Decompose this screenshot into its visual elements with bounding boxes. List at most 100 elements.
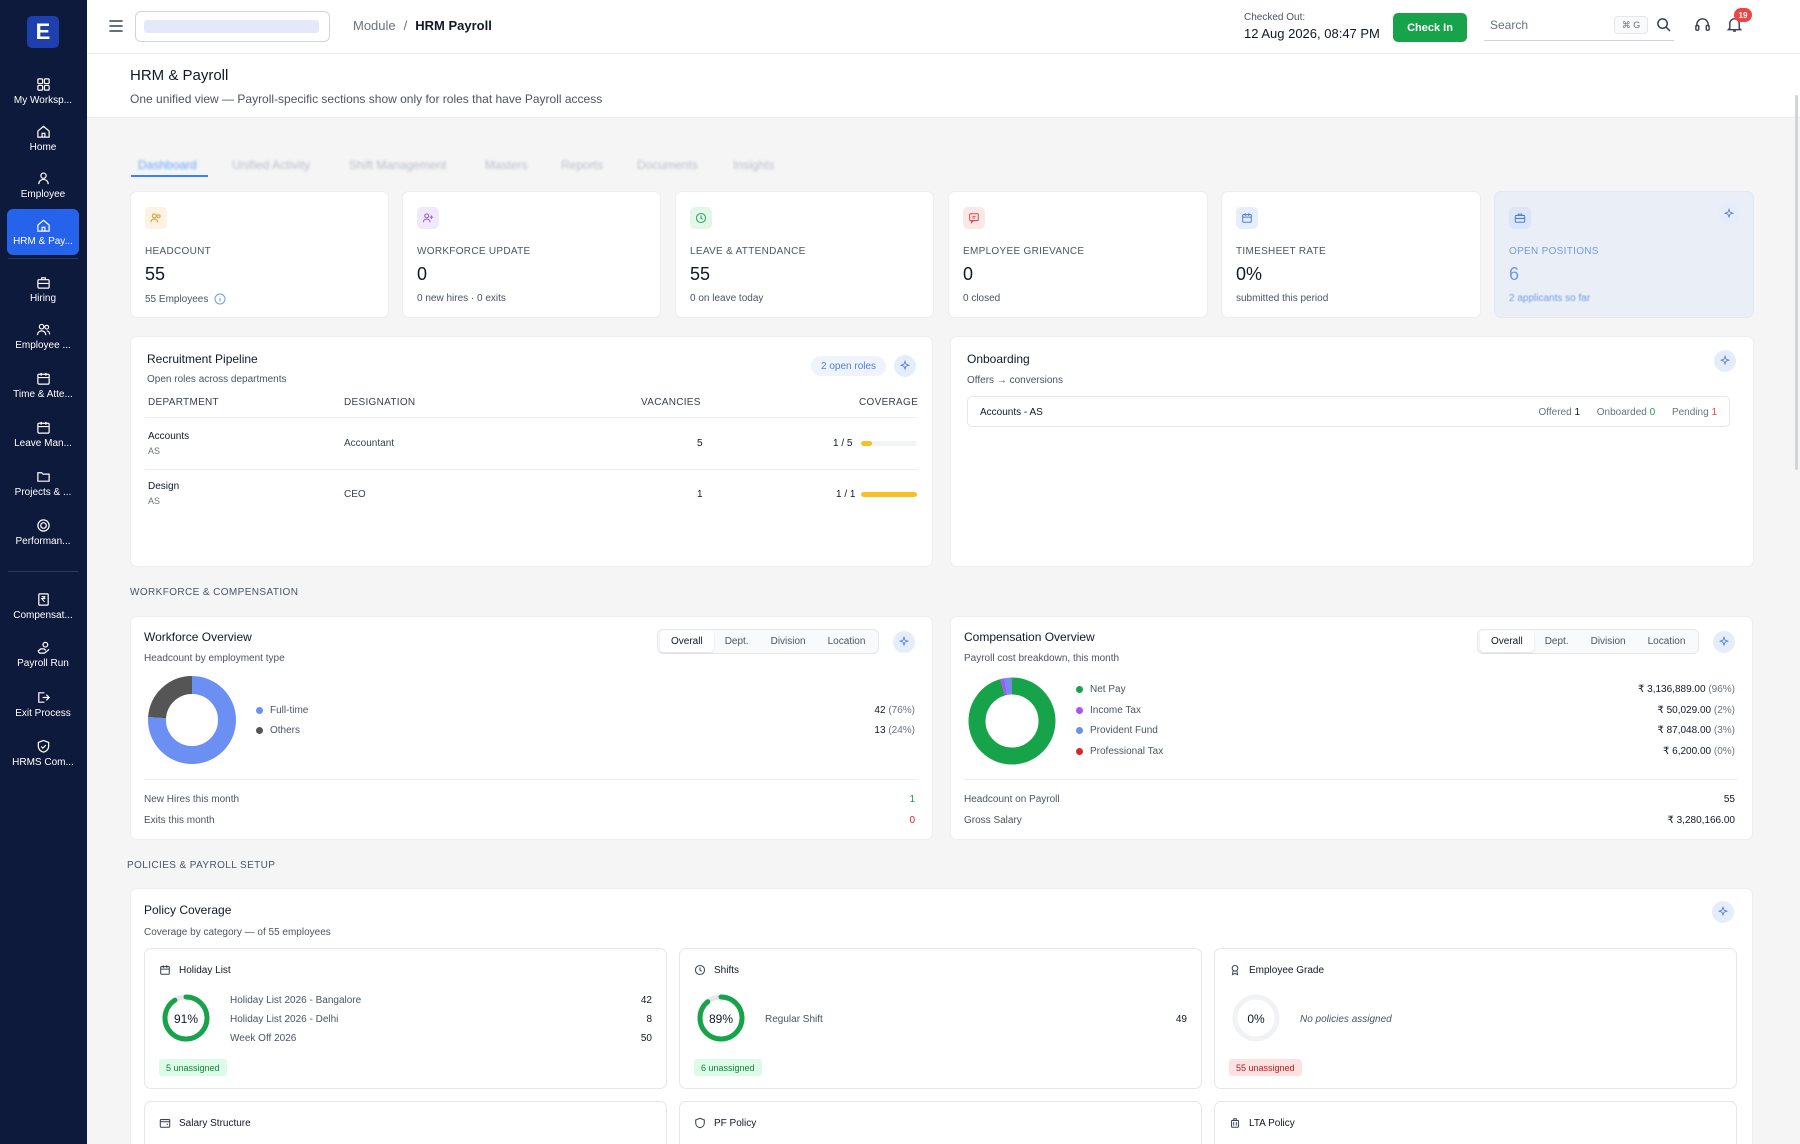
policy-card-header: Salary Structure (159, 1117, 251, 1129)
sidebar-item-hrms-com[interactable]: HRMS Com... (7, 730, 79, 776)
kpi-workforce-update[interactable]: WORKFORCE UPDATE 0 0 new hires · 0 exits (402, 191, 661, 318)
policy-card-salary-structure[interactable]: Salary Structure (144, 1101, 667, 1144)
toggle-location[interactable]: Location (817, 631, 877, 652)
toggle-division[interactable]: Division (1580, 631, 1637, 652)
legend-label: Income Tax (1090, 705, 1141, 716)
kpi-open-positions[interactable]: OPEN POSITIONS 6 2 applicants so far (1494, 191, 1754, 318)
global-search[interactable]: Search ⌘ G (1484, 9, 1674, 41)
sparkle-icon[interactable] (894, 355, 916, 377)
policy-card-lta-policy[interactable]: LTA Policy (1214, 1101, 1737, 1144)
tab-masters[interactable]: Masters (485, 158, 528, 172)
legend-pct: (2%) (1713, 705, 1735, 716)
info-icon[interactable] (214, 293, 226, 305)
policy-card-holiday-list[interactable]: Holiday List 91% Holiday List 2026 - Ban… (144, 948, 667, 1089)
kpi-employee-grievance[interactable]: EMPLOYEE GRIEVANCE 0 0 closed (948, 191, 1208, 318)
legend-label: Provident Fund (1090, 725, 1158, 736)
app-logo[interactable]: E (27, 16, 59, 48)
toggle-location[interactable]: Location (1637, 631, 1697, 652)
donut-slice-net-pay[interactable] (968, 677, 1056, 765)
coverage-bar-fill (861, 441, 873, 446)
policy-card-header: Employee Grade (1229, 964, 1324, 976)
sidebar-item-performan[interactable]: Performan... (7, 509, 79, 555)
sparkle-icon[interactable] (1712, 901, 1734, 923)
sidebar-item-employee[interactable]: Employee ... (7, 313, 79, 359)
menu-icon[interactable] (107, 17, 125, 35)
sidebar-item-projects[interactable]: Projects & ... (7, 460, 79, 506)
toggle-division[interactable]: Division (760, 631, 817, 652)
kpi-headcount[interactable]: HEADCOUNT 55 55 Employees (130, 191, 389, 318)
section-label-workforce: WORKFORCE & COMPENSATION (130, 587, 299, 598)
sidebar-item-label: Employee (20, 189, 66, 200)
tab-reports[interactable]: Reports (561, 158, 603, 172)
rupee-doc-icon (35, 591, 51, 607)
legend-item: Provident Fund (1076, 725, 1158, 736)
legend-item: Income Tax (1076, 705, 1141, 716)
sidebar-item-employee[interactable]: Employee (7, 162, 79, 208)
sidebar-item-my-worksp[interactable]: My Worksp... (7, 68, 79, 114)
col-vacancies: VACANCIES (641, 397, 701, 408)
sparkle-icon[interactable] (893, 631, 915, 653)
sidebar-item-payroll-run[interactable]: Payroll Run (7, 631, 79, 677)
wallet-icon (159, 1119, 171, 1128)
tab-unified-activity[interactable]: Unified Activity (232, 158, 310, 172)
kpi-timesheet-rate[interactable]: TIMESHEET RATE 0% submitted this period (1221, 191, 1481, 318)
workspace-selector[interactable] (135, 11, 330, 42)
sidebar-item-time-atte[interactable]: Time & Atte... (7, 362, 79, 408)
sparkle-icon[interactable] (1714, 350, 1736, 372)
scrollbar[interactable] (1795, 95, 1798, 470)
legend-item: Professional Tax (1076, 746, 1163, 757)
sidebar-item-hiring[interactable]: Hiring (7, 266, 79, 312)
unassigned-badge[interactable]: 6 unassigned (694, 1059, 762, 1076)
onboarding-card: Onboarding Offers → conversions Accounts… (950, 336, 1754, 567)
legend-dot (1076, 707, 1083, 714)
kpi-leave-attendance[interactable]: LEAVE & ATTENDANCE 55 0 on leave today (675, 191, 934, 318)
toggle-dept[interactable]: Dept. (714, 631, 760, 652)
toggle-overall[interactable]: Overall (1480, 631, 1534, 652)
open-roles-pill[interactable]: 2 open roles (811, 356, 887, 376)
legend-count: 13 (874, 725, 886, 736)
card-title: Onboarding (967, 352, 1030, 366)
headset-icon[interactable] (1694, 16, 1711, 33)
policy-card-employee-grade[interactable]: Employee Grade 0% No policies assigned 5… (1214, 948, 1737, 1089)
sparkle-icon[interactable] (1718, 203, 1740, 225)
sidebar-item-leave-man[interactable]: Leave Man... (7, 411, 79, 457)
sidebar-item-home[interactable]: Home (7, 115, 79, 161)
card-subtitle: Offers → conversions (967, 375, 1063, 386)
tab-insights[interactable]: Insights (733, 158, 774, 172)
policy-card-shifts[interactable]: Shifts 89% Regular Shift 49 6 unassigned (679, 948, 1202, 1089)
kpi-value: 55 (145, 264, 166, 284)
sidebar-item-exit-process[interactable]: Exit Process (7, 681, 79, 727)
breadcrumb-current: HRM Payroll (415, 18, 492, 33)
unassigned-badge[interactable]: 55 unassigned (1229, 1059, 1302, 1076)
tab-dashboard[interactable]: Dashboard (138, 158, 197, 172)
policy-card-pf-policy[interactable]: PF Policy (679, 1101, 1202, 1144)
toggle-overall[interactable]: Overall (660, 631, 714, 652)
search-icon[interactable] (1656, 17, 1671, 32)
divider (964, 779, 1738, 780)
legend-amount: ₹ 6,200.00 (1663, 746, 1712, 757)
sidebar-item-label: Exit Process (15, 708, 71, 719)
unassigned-badge[interactable]: 5 unassigned (159, 1059, 227, 1076)
sparkle-icon[interactable] (1713, 631, 1735, 653)
sidebar-item-compensat[interactable]: Compensat... (7, 583, 79, 629)
legend-label: Full-time (270, 705, 309, 716)
card-title: Compensation Overview (964, 630, 1095, 644)
sidebar-item-hrm-pay[interactable]: HRM & Pay... (7, 209, 79, 255)
sidebar-item-label: Employee ... (15, 340, 71, 351)
tab-documents[interactable]: Documents (637, 158, 698, 172)
toggle-dept[interactable]: Dept. (1534, 631, 1580, 652)
check-in-button[interactable]: Check In (1393, 13, 1467, 42)
legend-dot (256, 727, 263, 734)
divider (145, 417, 918, 418)
legend-dot (1076, 748, 1083, 755)
legend-item: Others (256, 725, 300, 736)
row-coverage: 1 / 5 (833, 438, 853, 449)
onboarding-row[interactable]: Accounts - AS Offered 1 Onboarded 0 Pend… (967, 396, 1730, 427)
sidebar-item-label: Leave Man... (14, 438, 72, 449)
breadcrumb-module[interactable]: Module (353, 18, 396, 33)
coverage-pct: 0% (1247, 1012, 1265, 1026)
breadcrumb: Module / HRM Payroll (353, 18, 492, 33)
policy-item-name: Week Off 2026 (230, 1033, 297, 1044)
recruitment-pipeline-card: Recruitment Pipeline Open roles across d… (130, 336, 933, 567)
tab-shift-management[interactable]: Shift Management (349, 158, 446, 172)
